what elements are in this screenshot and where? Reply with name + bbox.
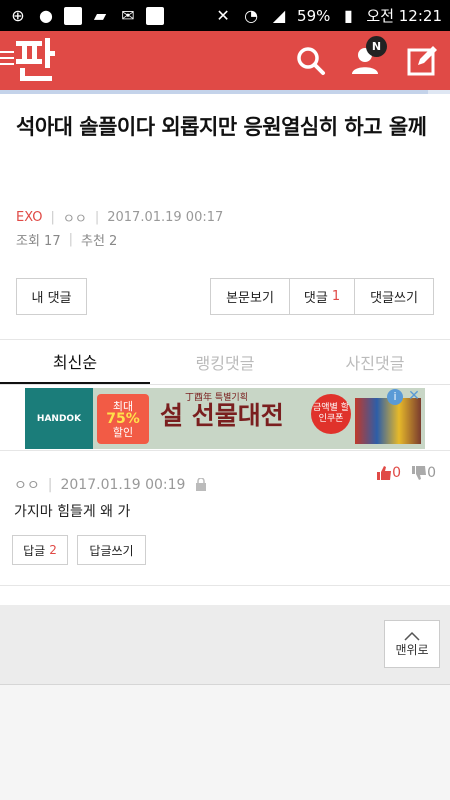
ad-brand-logo: HANDOK <box>25 388 93 449</box>
ad-headline: 설 선물대전 <box>160 401 284 430</box>
status-bar: ⊕ ● ▰ ✉ ✕ ◔ ◢ 59% ▮ 오전 12:21 <box>0 0 450 31</box>
clock: 오전 12:21 <box>366 7 442 25</box>
search-button[interactable] <box>291 41 331 81</box>
footer-section <box>0 605 450 685</box>
battery-percent: 59% <box>297 6 331 25</box>
wifi-icon: ◔ <box>244 5 259 25</box>
comment-date: 2017.01.19 00:19 <box>60 477 186 493</box>
plus-icon: ⊕ <box>11 5 25 25</box>
channel-link[interactable]: EXO <box>16 210 43 225</box>
recommend-count: 추천 2 <box>81 234 118 249</box>
ad-coupon-badge: 금액별 할인쿠폰 <box>311 394 351 434</box>
upvote-button[interactable]: 0 <box>376 465 401 481</box>
post-action-group: 본문보기 댓글 1 댓글쓰기 <box>210 278 434 315</box>
facebook-icon <box>64 6 82 25</box>
post-title: 석아대 솔플이다 외롭지만 응원열심히 하고 올께 <box>16 115 427 139</box>
thumbs-down-icon <box>412 466 427 480</box>
tab-photo[interactable]: 사진댓글 <box>300 340 450 384</box>
comments-count: 1 <box>331 289 341 304</box>
comment-item: ㅇㅇ | 2017.01.19 00:19 0 0 가지마 힘들게 왜 가 답글… <box>0 451 450 585</box>
ad-sale-badge: 최대 75% 할인 <box>97 394 149 444</box>
comments-button[interactable]: 댓글 1 <box>290 279 355 314</box>
replies-button[interactable]: 답글 2 <box>12 535 68 565</box>
scroll-top-label: 맨위로 <box>395 642 429 657</box>
thumbs-up-icon <box>377 466 392 480</box>
comment-meta: ㅇㅇ | 2017.01.19 00:19 <box>14 475 207 495</box>
mute-icon: ✕ <box>216 5 230 25</box>
tab-ranking[interactable]: 랭킹댓글 <box>150 340 300 384</box>
post-date: 2017.01.19 00:17 <box>107 210 224 225</box>
downvote-button[interactable]: 0 <box>411 465 436 481</box>
ad-info-icon[interactable]: i <box>387 389 403 405</box>
write-reply-button[interactable]: 답글쓰기 <box>77 535 146 565</box>
ad-products-image <box>355 398 421 444</box>
post-stats: 조회 17 | 추천 2 <box>16 232 118 249</box>
comments-label: 댓글 <box>303 291 328 306</box>
downvote-count: 0 <box>427 465 436 481</box>
ad-banner[interactable]: HANDOK 최대 75% 할인 丁酉年 특별기획 설 선물대전 금액별 할인쿠… <box>25 388 425 449</box>
comment-votes: 0 0 <box>376 465 436 481</box>
divider <box>0 585 450 586</box>
signal-icon: ◢ <box>272 5 286 25</box>
dot-icon: ● <box>39 5 53 25</box>
upvote-count: 0 <box>392 465 402 481</box>
edit-icon <box>407 46 437 76</box>
replies-label: 답글 <box>23 543 46 558</box>
mail-icon: ✉ <box>121 5 135 25</box>
report-icon[interactable] <box>195 478 207 492</box>
replies-count: 2 <box>49 543 57 557</box>
ad-close-icon[interactable]: ✕ <box>406 388 422 404</box>
status-bar-right: ✕ ◔ ◢ 59% ▮ 오전 12:21 <box>213 5 442 26</box>
chat-icon: ▰ <box>93 5 107 25</box>
bottom-area <box>0 685 450 800</box>
post-meta: EXO | ㅇㅇ | 2017.01.19 00:17 <box>16 210 224 227</box>
battery-icon: ▮ <box>343 5 353 25</box>
write-post-button[interactable] <box>402 41 442 81</box>
comment-sort-tabs: 최신순 랭킹댓글 사진댓글 <box>0 340 450 385</box>
scroll-top-button[interactable]: 맨위로 <box>384 620 440 668</box>
view-post-button[interactable]: 본문보기 <box>211 279 290 314</box>
pann-icon <box>146 6 164 25</box>
tab-latest[interactable]: 최신순 <box>0 340 150 384</box>
comment-text: 가지마 힘들게 왜 가 <box>14 504 131 520</box>
post-content: 석아대 솔플이다 외롭지만 응원열심히 하고 올께 EXO | ㅇㅇ | 201… <box>0 94 450 605</box>
pann-logo[interactable] <box>14 35 56 85</box>
my-comments-button[interactable]: 내 댓글 <box>16 278 87 315</box>
chevron-up-icon <box>404 631 420 641</box>
view-count: 조회 17 <box>16 234 61 249</box>
write-comment-button[interactable]: 댓글쓰기 <box>355 279 433 314</box>
menu-icon[interactable] <box>0 51 14 67</box>
comment-author: ㅇㅇ <box>14 478 40 494</box>
status-bar-left: ⊕ ● ▰ ✉ <box>8 6 164 26</box>
search-icon <box>297 47 325 75</box>
post-author: ㅇㅇ <box>62 212 87 227</box>
notification-badge: N <box>366 36 387 57</box>
